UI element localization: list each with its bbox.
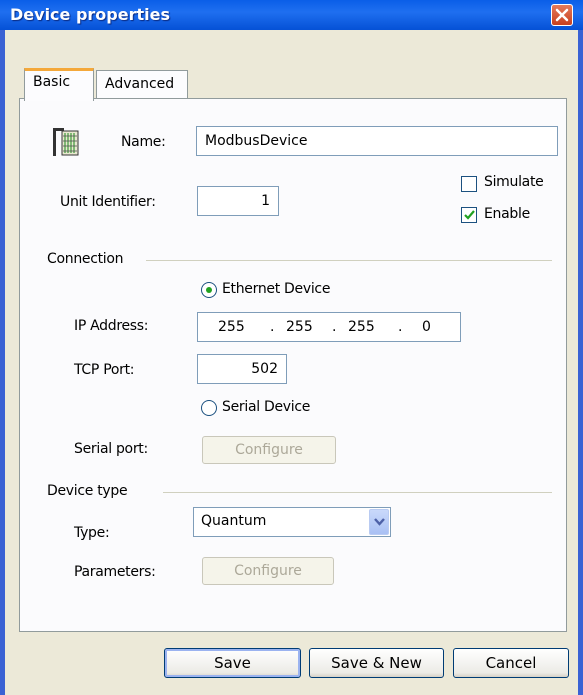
tcp-port-input[interactable]: 502 xyxy=(197,354,287,384)
device-rack-icon xyxy=(53,128,79,156)
radio-selected-dot xyxy=(206,287,212,293)
tab-basic-label: Basic xyxy=(33,74,71,90)
serial-configure-button[interactable]: Configure xyxy=(202,436,336,464)
type-selected-value: Quantum xyxy=(201,513,267,529)
serial-port-label: Serial port: xyxy=(74,441,148,457)
title-bar[interactable]: Device properties xyxy=(0,0,583,30)
ip-octet-4[interactable]: 0 xyxy=(422,313,431,341)
unit-identifier-label: Unit Identifier: xyxy=(60,194,156,210)
close-icon xyxy=(555,8,569,22)
name-input[interactable]: ModbusDevice xyxy=(196,126,558,156)
enable-checkbox[interactable] xyxy=(461,207,477,223)
type-select[interactable]: Quantum xyxy=(193,507,391,537)
name-value: ModbusDevice xyxy=(205,133,308,149)
tab-basic[interactable]: Basic xyxy=(24,68,94,101)
ethernet-device-label[interactable]: Ethernet Device xyxy=(222,281,330,297)
serial-device-label[interactable]: Serial Device xyxy=(222,399,310,415)
connection-section-label: Connection xyxy=(47,251,124,267)
device-type-divider xyxy=(163,492,552,493)
tcp-port-label: TCP Port: xyxy=(74,362,135,378)
serial-device-radio[interactable] xyxy=(201,400,217,416)
type-label: Type: xyxy=(74,525,110,541)
dialog-window: Device properties Basic Advanced Name: M… xyxy=(0,0,583,695)
ip-address-label: IP Address: xyxy=(74,318,149,334)
ip-separator-1: . xyxy=(270,319,275,335)
save-button[interactable]: Save xyxy=(164,648,301,678)
simulate-label[interactable]: Simulate xyxy=(484,174,544,190)
tcp-port-value: 502 xyxy=(251,361,278,377)
ip-octet-1[interactable]: 255 xyxy=(218,313,245,341)
ip-separator-2: . xyxy=(332,319,337,335)
close-button[interactable] xyxy=(551,4,573,26)
tab-advanced[interactable]: Advanced xyxy=(96,70,188,100)
ip-address-input[interactable]: 255 . 255 . 255 . 0 xyxy=(197,312,461,342)
unit-identifier-input[interactable]: 1 xyxy=(197,186,279,216)
ip-octet-3[interactable]: 255 xyxy=(348,313,375,341)
device-type-section-label: Device type xyxy=(47,483,128,499)
enable-label[interactable]: Enable xyxy=(484,206,530,222)
ip-octet-2[interactable]: 255 xyxy=(286,313,313,341)
parameters-label: Parameters: xyxy=(74,564,156,580)
ethernet-device-radio[interactable] xyxy=(201,282,217,298)
save-and-new-button[interactable]: Save & New xyxy=(309,648,444,678)
tab-advanced-label: Advanced xyxy=(105,76,175,92)
window-title: Device properties xyxy=(10,5,170,24)
simulate-checkbox[interactable] xyxy=(461,176,477,192)
ip-separator-3: . xyxy=(398,319,403,335)
cancel-button[interactable]: Cancel xyxy=(453,648,569,678)
checkmark-icon xyxy=(464,210,475,220)
chevron-down-icon xyxy=(374,518,385,526)
name-label: Name: xyxy=(121,134,166,150)
parameters-configure-button[interactable]: Configure xyxy=(202,557,334,585)
type-dropdown-button[interactable] xyxy=(369,509,389,535)
connection-divider xyxy=(146,260,552,261)
unit-identifier-value: 1 xyxy=(261,193,270,209)
